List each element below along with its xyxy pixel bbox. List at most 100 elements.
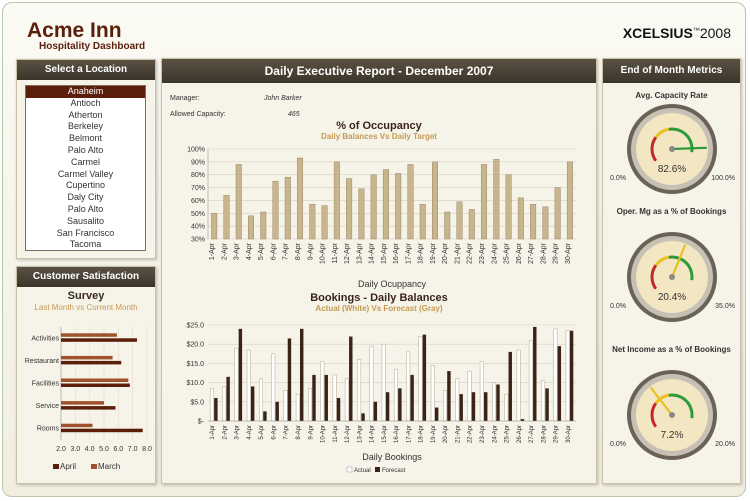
location-item[interactable]: San Francisco	[26, 228, 145, 240]
occupancy-xtick: 18-Apr	[418, 242, 425, 264]
brand-name: XCELSIUS	[622, 25, 693, 41]
bookings-ytick: $15.0	[186, 361, 204, 368]
location-item[interactable]: Carmel	[26, 157, 145, 169]
bookings-xtick: 29-Apr	[554, 425, 560, 443]
bookings-xtick: 2-Apr	[222, 425, 228, 440]
survey-category-label: Facilities	[32, 381, 60, 388]
occupancy-bar	[517, 197, 524, 240]
bookings-ytick: $5.0	[190, 399, 204, 406]
bookings-forecast-bar	[214, 397, 218, 421]
location-item[interactable]: Daly City	[26, 192, 145, 204]
occupancy-xtick: 27-Apr	[528, 242, 535, 264]
legend-forecast-label: Forecast	[382, 468, 406, 474]
occupancy-xtick: 19-Apr	[430, 242, 437, 264]
occupancy-bar	[260, 211, 267, 240]
location-item[interactable]: Palo Alto	[26, 204, 145, 216]
occupancy-xtick: 7-Apr	[283, 242, 290, 260]
bookings-xlabel: Daily Bookings	[362, 452, 422, 462]
location-item[interactable]: Tacoma	[26, 239, 145, 251]
bookings-actual-bar	[443, 390, 447, 422]
bookings-xtick: 20-Apr	[443, 425, 449, 443]
occupancy-bar	[235, 164, 242, 240]
bookings-forecast-bar	[434, 407, 439, 421]
survey-chart: 2.0 3.0 4.0 5.0 6.0 7.0 8.0 Activities Restauran…	[25, 327, 152, 471]
bookings-ytick: $25.0	[186, 323, 204, 330]
occupancy-title: % of Occupancy	[336, 120, 422, 132]
bookings-xtick: 16-Apr	[394, 425, 400, 443]
survey-category-label: Activities	[31, 335, 59, 342]
bookings-xtick: 11-Apr	[333, 425, 339, 443]
occupancy-ytick: 30%	[191, 237, 205, 244]
bookings-forecast-bar	[324, 374, 328, 421]
bookings-forecast-bar	[422, 334, 427, 421]
survey-xtick: 8.0	[142, 446, 152, 453]
bookings-forecast-bar	[300, 328, 304, 421]
legend-march-label: March	[98, 462, 120, 471]
location-item[interactable]: Belmont	[26, 133, 145, 145]
bookings-xtick: 26-Apr	[517, 425, 523, 443]
bookings-xtick: 5-Apr	[259, 425, 265, 440]
occupancy-xtick: 9-Apr	[307, 242, 314, 260]
bookings-actual-bar	[234, 347, 239, 422]
survey-subtitle: Last Month vs Current Month	[34, 303, 138, 312]
bookings-forecast-bar	[459, 394, 463, 421]
bookings-xtick: 25-Apr	[505, 425, 511, 443]
location-item[interactable]: Anaheim	[26, 86, 145, 98]
occupancy-bar	[530, 204, 537, 240]
bookings-forecast-bar	[349, 336, 353, 421]
bookings-forecast-bar	[238, 328, 243, 421]
location-item[interactable]: Sausalito	[26, 216, 145, 228]
bookings-actual-bar	[320, 361, 325, 422]
occupancy-subtitle: Daily Balances Vs Daily Target	[321, 132, 437, 141]
occupancy-bar	[321, 205, 328, 240]
location-item[interactable]: Atherton	[26, 110, 145, 122]
bookings-actual-bar	[406, 351, 411, 422]
survey-panel-heading: Customer Satisfaction	[17, 267, 155, 287]
occupancy-xtick: 12-Apr	[344, 242, 351, 264]
bookings-actual-bar	[246, 349, 251, 422]
location-list[interactable]: Anaheim Antioch Atherton Berkeley Belmont Pal…	[25, 85, 146, 251]
location-item[interactable]: Berkeley	[26, 121, 145, 133]
bookings-ytick: $10.0	[186, 380, 204, 387]
gauge-max: 35.0%	[715, 303, 735, 310]
legend-march-swatch	[91, 464, 97, 469]
bookings-forecast-bar	[410, 374, 414, 421]
survey-category-label: Restaurant	[25, 358, 59, 365]
location-item[interactable]: Palo Alto	[26, 145, 145, 157]
gauge-title: Net Income as a % of Bookings	[612, 345, 731, 354]
occupancy-xtick: 14-Apr	[369, 242, 376, 264]
survey-xtick: 4.0	[85, 446, 95, 453]
location-item[interactable]: Antioch	[26, 98, 145, 110]
gauge-hub	[669, 146, 675, 152]
legend-actual-label: Actual	[354, 468, 371, 474]
gauge-value: 20.4%	[658, 292, 686, 303]
occupancy-bar	[211, 213, 218, 240]
occupancy-chart: % of OccupancyDaily Balances Vs Daily Ta…	[187, 120, 576, 289]
bookings-ytick: $-	[198, 419, 205, 426]
bookings-xtick: 9-Apr	[308, 425, 314, 440]
occupancy-bar	[444, 211, 451, 240]
survey-bar-march	[61, 401, 104, 405]
capacity-label: Allowed Capacity:	[170, 111, 226, 118]
occupancy-bar	[297, 157, 304, 240]
app-subtitle: Hospitality Dashboard	[39, 41, 146, 52]
location-item[interactable]: Carmel Valley	[26, 169, 145, 181]
occupancy-bar	[333, 161, 340, 240]
gauge-title: Avg. Capacity Rate	[635, 91, 708, 100]
bookings-forecast-bar	[385, 392, 390, 421]
capacity-value: 465	[288, 111, 300, 118]
survey-xtick: 7.0	[128, 446, 138, 453]
survey-bar-march	[61, 378, 129, 382]
occupancy-xtick: 29-Apr	[553, 242, 560, 264]
occupancy-bar	[248, 215, 254, 240]
bookings-actual-bar	[492, 382, 497, 422]
occupancy-ytick: 80%	[191, 172, 205, 179]
occupancy-ytick: 90%	[191, 159, 205, 166]
survey-bar-april	[61, 383, 130, 387]
report-heading: Daily Executive Report - December 2007	[162, 59, 596, 83]
bookings-xtick: 21-Apr	[455, 425, 461, 443]
bookings-forecast-bar	[373, 401, 378, 421]
survey-bar-april	[61, 338, 137, 342]
location-item[interactable]: Cupertino	[26, 180, 145, 192]
dashboard-frame: Acme Inn Hospitality Dashboard XCELSIUS™…	[2, 2, 746, 497]
